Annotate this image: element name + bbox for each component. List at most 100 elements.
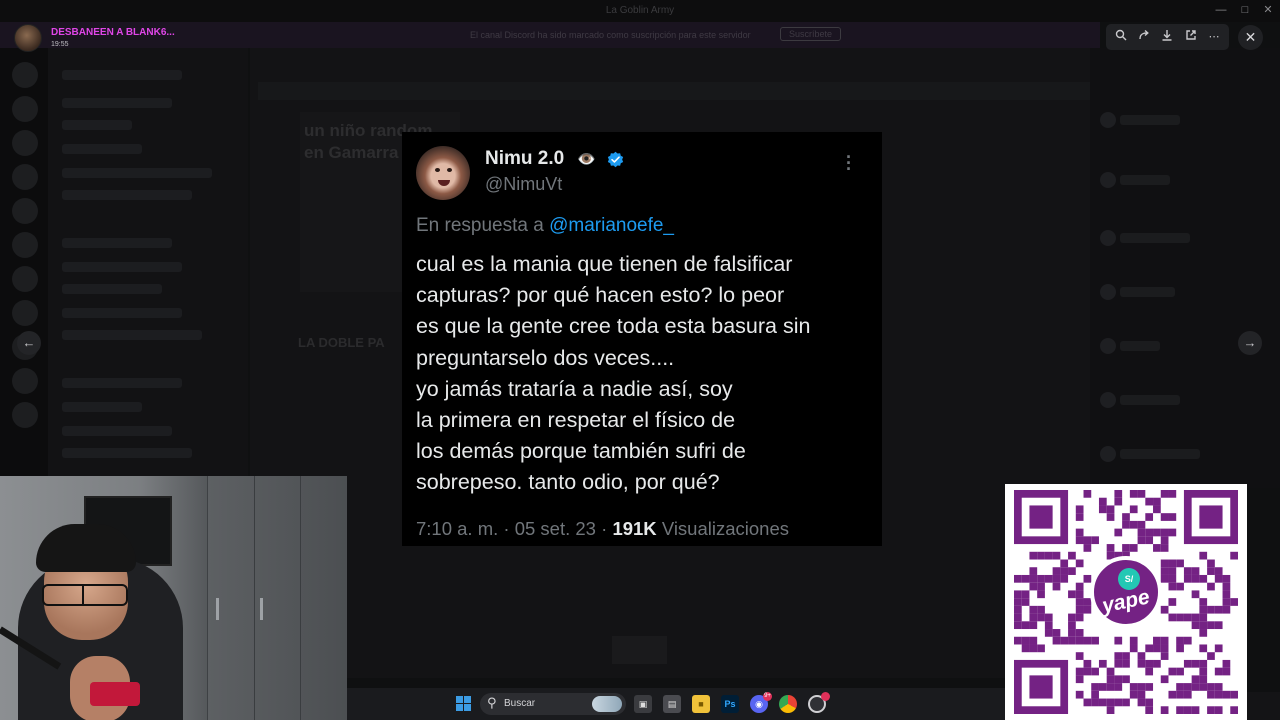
tweet-line: los demás porque también sufri de [416, 439, 746, 464]
qr-module [1075, 636, 1084, 645]
qr-module [1160, 513, 1169, 521]
channel-item [62, 262, 182, 272]
close-icon[interactable]: ✕ [1238, 25, 1263, 50]
qr-module [1168, 667, 1177, 676]
file-explorer-icon[interactable]: ■ [692, 695, 710, 713]
tweet-line: capturas? por qué hacen esto? lo peor [416, 283, 785, 308]
qr-module [1137, 698, 1146, 707]
qr-module [1183, 636, 1192, 645]
member-avatar [1100, 446, 1116, 462]
qr-module [1145, 497, 1154, 506]
tweet-date[interactable]: 05 set. 23 [515, 518, 596, 539]
tweet-time[interactable]: 7:10 a. m. [416, 518, 498, 539]
qr-module [1207, 567, 1215, 575]
qr-module [1176, 559, 1184, 568]
windows-start-icon[interactable] [456, 696, 471, 711]
alert-time: 19:55 [51, 41, 69, 48]
qr-module [1145, 667, 1154, 676]
qr-module [1145, 536, 1154, 545]
tweet-display-name[interactable]: Nimu 2.0 [485, 148, 564, 170]
qr-module [1137, 536, 1146, 545]
qr-module [1098, 659, 1107, 668]
alert-button[interactable]: Suscríbete [780, 27, 842, 41]
tweet-handle[interactable]: @NimuVt [485, 174, 562, 195]
qr-module [1122, 520, 1130, 529]
server-icon [12, 368, 38, 394]
qr-module [1183, 683, 1192, 691]
post-title: LA DOBLE PA [298, 335, 385, 350]
qr-module [1199, 621, 1208, 630]
more-icon[interactable]: ⋯ [1206, 29, 1222, 45]
qr-module [1230, 598, 1238, 606]
qr-module [1191, 590, 1200, 599]
member-name [1120, 233, 1190, 243]
taskbar-search[interactable]: ⚲ Buscar [480, 693, 626, 715]
tweet-line: sobrepeso. tanto odio, por qué? [416, 470, 720, 495]
qr-module [1098, 698, 1107, 707]
qr-module [1068, 567, 1076, 575]
taskbar-clock: ​ [1247, 692, 1280, 720]
qr-module [1029, 551, 1038, 560]
qr-module [1075, 675, 1084, 684]
reply-mention-link[interactable]: @marianoefe_ [549, 215, 674, 236]
tweet-line: cual es la mania que tienen de falsifica… [416, 252, 793, 276]
qr-module [1106, 505, 1115, 514]
search-highlight-image [592, 696, 622, 712]
qr-module [1160, 574, 1169, 583]
qr-module [1137, 652, 1146, 660]
qr-module [1083, 698, 1092, 707]
maximize-icon[interactable]: □ [1238, 3, 1252, 17]
open-external-icon[interactable] [1183, 29, 1199, 45]
channel-item [62, 120, 132, 130]
qr-module [1114, 659, 1123, 668]
previous-arrow-icon[interactable]: ← [17, 331, 41, 355]
qr-module [1014, 613, 1022, 622]
discord-badge: 9+ [763, 692, 772, 701]
more-options-icon[interactable]: · · · [844, 148, 854, 178]
qr-module [1214, 605, 1223, 614]
qr-module [1207, 706, 1215, 714]
qr-module [1199, 505, 1223, 529]
qr-module [1160, 528, 1169, 537]
chrome-icon[interactable] [779, 695, 797, 713]
qr-module [1137, 683, 1146, 691]
member-avatar [1100, 230, 1116, 246]
views-label: Visualizaciones [661, 518, 789, 539]
qr-module [1191, 621, 1200, 630]
qr-module [1214, 690, 1223, 699]
eye-emoji: 👁️ [577, 151, 596, 168]
qr-module [1199, 598, 1208, 606]
next-arrow-icon[interactable]: → [1238, 331, 1262, 355]
forward-icon[interactable] [1136, 29, 1152, 45]
member-list [1090, 48, 1280, 488]
qr-module [1207, 559, 1215, 568]
qr-module [1207, 690, 1215, 699]
webcam-person [0, 506, 183, 720]
qr-module [1129, 544, 1138, 552]
download-icon[interactable] [1159, 29, 1175, 45]
qr-module [1114, 675, 1123, 684]
minimize-icon[interactable]: — [1214, 3, 1228, 17]
qr-module [1044, 551, 1053, 560]
zoom-icon[interactable] [1113, 29, 1129, 45]
qr-module [1153, 544, 1161, 552]
qr-module [1075, 513, 1084, 521]
qr-module [1199, 683, 1208, 691]
qr-module [1183, 567, 1192, 575]
avatar-eye [435, 168, 440, 172]
qr-module [1199, 659, 1208, 668]
window-close-icon[interactable]: ✕ [1261, 3, 1275, 17]
tweet-avatar[interactable] [416, 146, 470, 200]
qr-module [1145, 706, 1154, 714]
qr-module [1075, 667, 1084, 676]
notepad-icon[interactable]: ▤ [663, 695, 681, 713]
task-view-icon[interactable]: ▣ [634, 695, 652, 713]
meta-separator: · [503, 518, 510, 539]
qr-module [1021, 621, 1030, 630]
qr-module [1106, 683, 1115, 691]
server-icon [12, 96, 38, 122]
qr-module [1068, 551, 1076, 560]
qr-module [1052, 551, 1061, 560]
qr-module [1214, 683, 1223, 691]
photoshop-icon[interactable]: Ps [721, 695, 739, 713]
